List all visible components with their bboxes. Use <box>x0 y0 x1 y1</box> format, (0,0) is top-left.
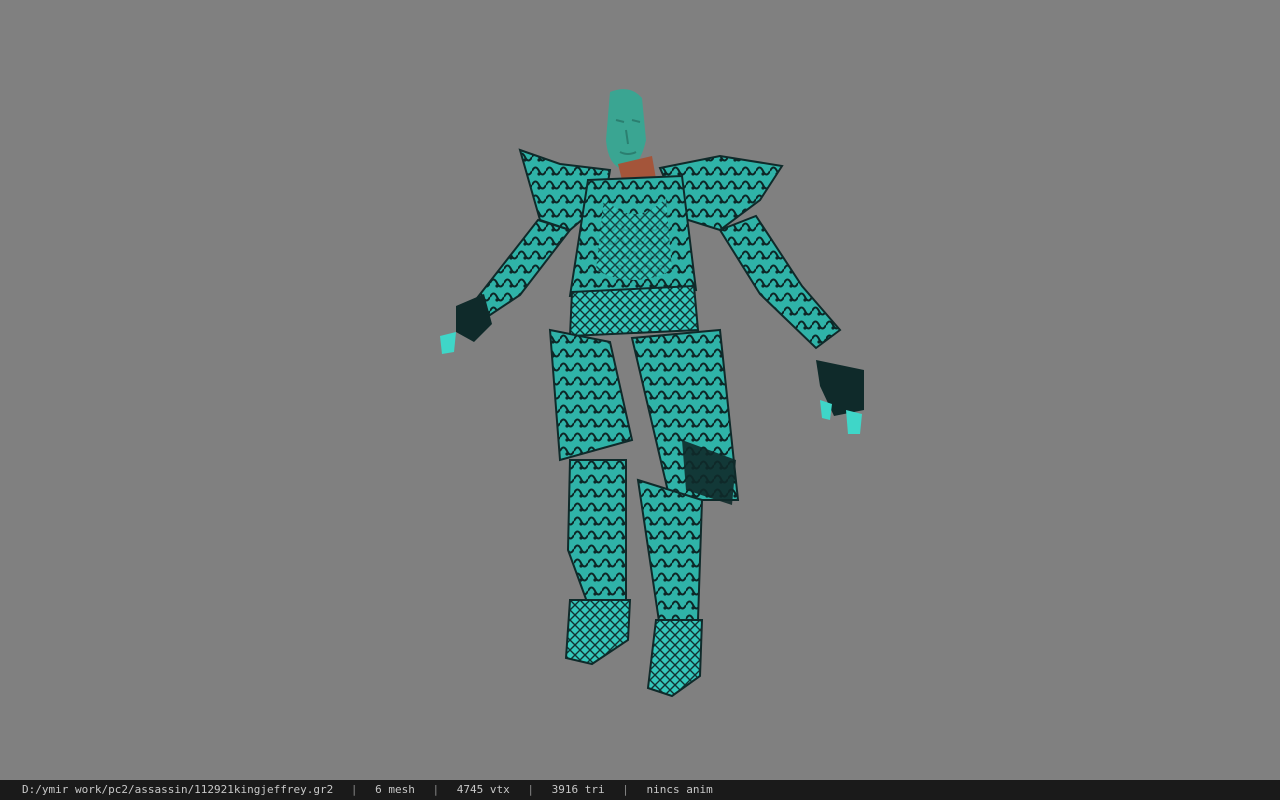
3d-viewport[interactable] <box>0 0 1280 780</box>
armored-character-model-icon <box>440 89 864 698</box>
separator: | <box>622 783 629 796</box>
separator: | <box>432 783 440 796</box>
separator: | <box>527 783 534 796</box>
file-path: D:/ymir work/pc2/assassin/112921kingjeff… <box>22 783 334 796</box>
mesh-count: 6 mesh <box>375 783 415 796</box>
animation-status: nincs anim <box>646 783 713 796</box>
vertex-count: 4745 vtx <box>456 783 510 796</box>
separator: | <box>350 783 358 796</box>
status-bar: D:/ymir work/pc2/assassin/112921kingjeff… <box>0 780 1280 800</box>
triangle-count: 3916 tri <box>551 783 605 796</box>
